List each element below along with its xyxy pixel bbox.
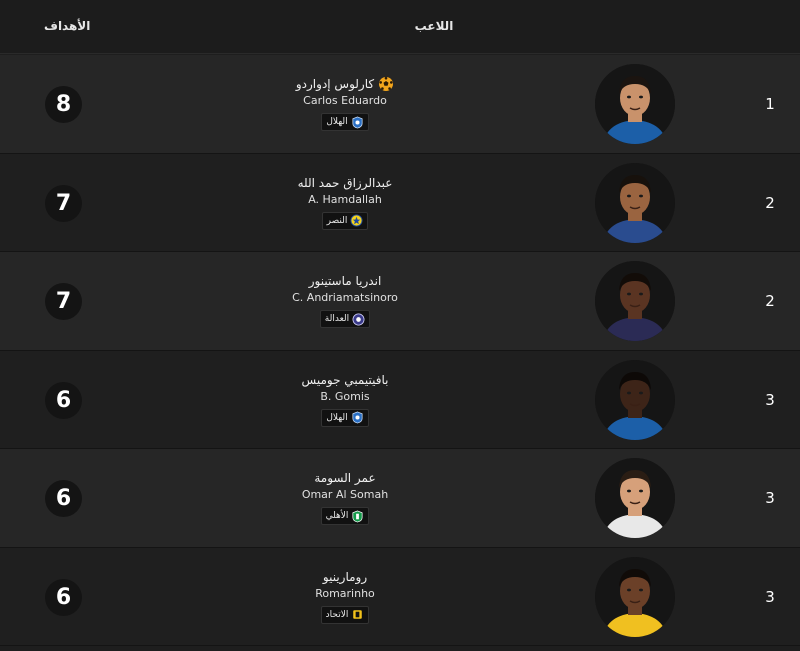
goals-count: 7 — [45, 184, 82, 222]
goals-count: 6 — [45, 381, 82, 419]
scorer-row[interactable]: 6 رومارينيو Romarinho الاتحاد 3 — [0, 547, 800, 646]
table-header: الأهداف اللاعب — [0, 0, 800, 54]
alhilal-crest-icon — [351, 116, 364, 129]
player-name-arabic-line: عمر السومة — [230, 469, 460, 487]
scorer-row[interactable]: 6 عمر السومة Omar Al Somah الأهلي 3 — [0, 449, 800, 548]
club-badge[interactable]: الأهلي — [320, 507, 370, 525]
club-name: الهلال — [326, 117, 348, 127]
goals-count: 7 — [45, 283, 82, 320]
player-info: عبدالرزاق حمد الله A. Hamdallah النصر — [230, 174, 460, 230]
player-name-english[interactable]: Carlos Eduardo — [230, 94, 460, 109]
rank-number: 1 — [765, 95, 775, 113]
player-name-arabic-line: عبدالرزاق حمد الله — [230, 174, 460, 192]
club-name: الاتحاد — [325, 609, 349, 620]
football-icon — [378, 76, 394, 92]
scorer-row[interactable]: 8 كارلوس إدواردو Carlos Eduardo الهلال 1 — [0, 55, 800, 154]
rank-number: 2 — [765, 193, 775, 212]
player-name-arabic-line: رومارينيو — [230, 568, 460, 586]
player-name-arabic-line: كارلوس إدواردو — [230, 75, 460, 93]
player-avatar[interactable] — [595, 458, 675, 538]
player-name-arabic[interactable]: بافيتيمبي جوميس — [302, 373, 389, 387]
club-badge[interactable]: الاتحاد — [320, 605, 370, 624]
player-name-arabic[interactable]: رومارينيو — [323, 570, 367, 584]
player-avatar[interactable] — [595, 556, 675, 637]
player-info: عمر السومة Omar Al Somah الأهلي — [230, 469, 460, 525]
aladalah-crest-icon — [352, 313, 365, 326]
club-badge[interactable]: الهلال — [321, 408, 369, 427]
player-name-english[interactable]: Romarinho — [230, 587, 460, 602]
rank-number: 3 — [765, 489, 775, 507]
top-scorers-board: الأهداف اللاعب 8 كارلوس إدواردو Carlos Edu… — [0, 0, 800, 651]
rank-number: 3 — [765, 390, 775, 409]
alahli-crest-icon — [351, 510, 364, 523]
alittihad-crest-icon — [351, 608, 364, 621]
club-name: الأهلي — [325, 511, 349, 521]
scorer-row[interactable]: 7 اندريا ماستينور C. Andriamatsinoro العدال… — [0, 252, 800, 351]
player-info: كارلوس إدواردو Carlos Eduardo الهلال — [230, 75, 460, 131]
player-info: اندريا ماستينور C. Andriamatsinoro العدالة — [230, 272, 460, 328]
player-name-english[interactable]: C. Andriamatsinoro — [230, 291, 460, 306]
player-avatar[interactable] — [595, 64, 675, 144]
scorers-list: 8 كارلوس إدواردو Carlos Eduardo الهلال 1 7 عبد… — [0, 55, 800, 646]
player-avatar[interactable] — [595, 359, 675, 440]
player-name-arabic-line: بافيتيمبي جوميس — [230, 371, 460, 389]
goals-count: 6 — [45, 480, 82, 517]
club-badge[interactable]: النصر — [321, 211, 369, 230]
alnassr-crest-icon — [350, 214, 363, 227]
player-name-english[interactable]: Omar Al Somah — [230, 488, 460, 503]
player-name-arabic[interactable]: اندريا ماستينور — [309, 274, 382, 288]
club-name: العدالة — [324, 314, 350, 324]
scorer-row[interactable]: 6 بافيتيمبي جوميس B. Gomis الهلال 3 — [0, 350, 800, 449]
player-name-arabic-line: اندريا ماستينور — [230, 272, 460, 290]
club-badge[interactable]: الهلال — [321, 113, 369, 131]
rank-number: 2 — [765, 292, 775, 310]
goals-count: 6 — [45, 578, 82, 616]
player-name-arabic[interactable]: عبدالرزاق حمد الله — [298, 176, 393, 190]
player-name-arabic[interactable]: كارلوس إدواردو — [296, 77, 374, 91]
player-info: رومارينيو Romarinho الاتحاد — [230, 568, 460, 624]
player-avatar[interactable] — [595, 162, 675, 243]
player-avatar[interactable] — [595, 261, 675, 341]
player-info: بافيتيمبي جوميس B. Gomis الهلال — [230, 371, 460, 427]
goals-column-header: الأهداف — [44, 19, 91, 33]
goals-count: 8 — [45, 86, 82, 123]
club-name: النصر — [326, 215, 348, 226]
club-name: الهلال — [326, 412, 348, 423]
player-column-header: اللاعب — [414, 19, 454, 33]
player-name-english[interactable]: B. Gomis — [230, 390, 460, 405]
alhilal-crest-icon — [351, 411, 364, 424]
rank-number: 3 — [765, 587, 775, 606]
club-badge[interactable]: العدالة — [319, 310, 371, 328]
player-name-english[interactable]: A. Hamdallah — [230, 193, 460, 208]
scorer-row[interactable]: 7 عبدالرزاق حمد الله A. Hamdallah النصر 2 — [0, 153, 800, 252]
player-name-arabic[interactable]: عمر السومة — [314, 471, 375, 485]
